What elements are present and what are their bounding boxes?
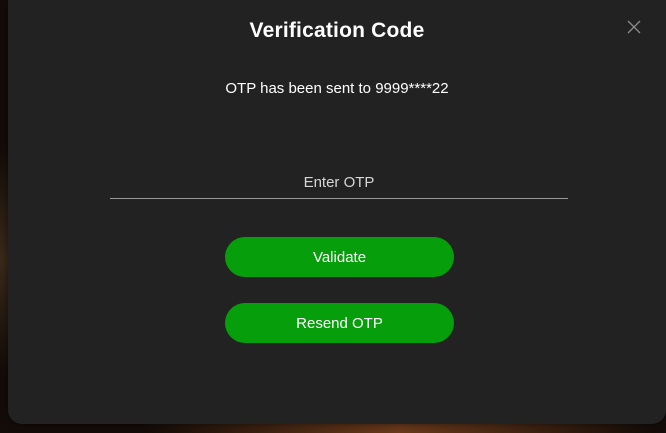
dialog-title: Verification Code <box>249 19 425 42</box>
close-icon[interactable] <box>625 18 643 36</box>
resend-otp-button[interactable]: Resend OTP <box>225 303 454 343</box>
otp-sent-message: OTP has been sent to 9999****22 <box>225 80 449 97</box>
otp-input[interactable] <box>110 166 568 199</box>
validate-button[interactable]: Validate <box>225 237 454 277</box>
verification-dialog: Verification Code OTP has been sent to 9… <box>8 0 666 424</box>
